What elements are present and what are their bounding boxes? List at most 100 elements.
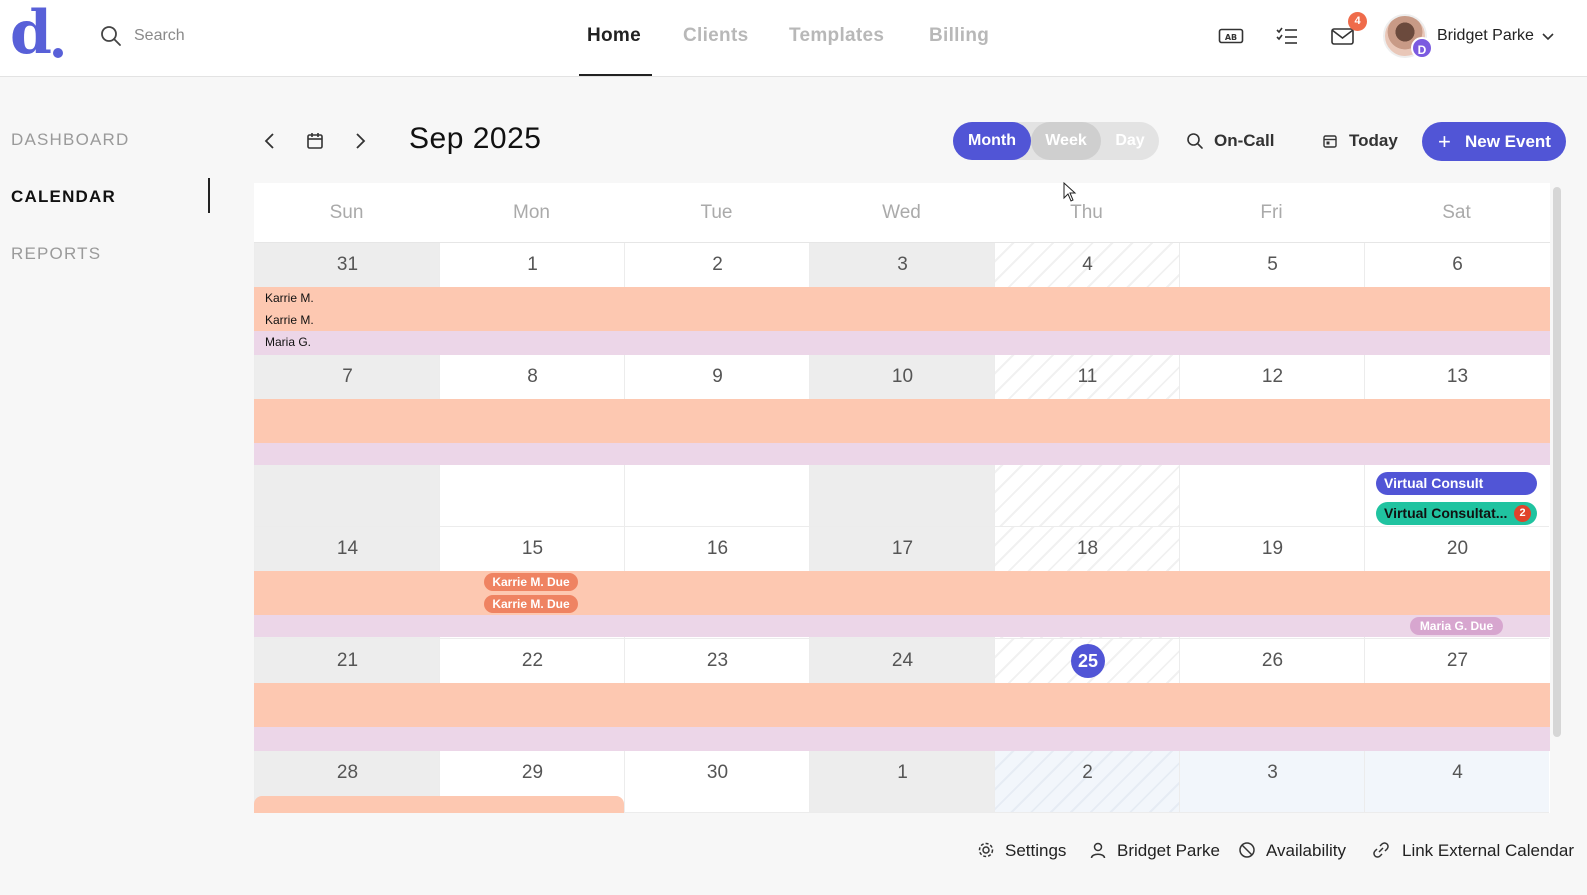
event-band[interactable] <box>254 571 1550 615</box>
day-number: 2 <box>1082 762 1093 783</box>
day-number: 21 <box>336 650 359 671</box>
search-icon[interactable] <box>100 25 122 47</box>
mouse-cursor-icon <box>1063 182 1077 202</box>
day-number: 11 <box>1077 366 1098 387</box>
day-number: 7 <box>342 366 353 387</box>
month-title: Sep 2025 <box>409 122 542 155</box>
day-number: 30 <box>706 762 729 783</box>
day-number: 10 <box>891 366 914 387</box>
weekday-header: Fri <box>1260 202 1283 223</box>
due-pill[interactable]: Maria G. Due <box>1410 617 1503 635</box>
today-button[interactable]: Today <box>1349 131 1398 151</box>
weekday-header: Mon <box>513 202 550 223</box>
event-virtual-consultation[interactable]: Virtual Consultat... 2 <box>1376 502 1537 525</box>
day-number: 14 <box>336 538 359 559</box>
sidebar-active-indicator <box>208 178 210 213</box>
prev-month-button[interactable] <box>257 128 283 154</box>
day-number: 13 <box>1446 366 1469 387</box>
day-cell[interactable]: 1 <box>809 751 994 813</box>
top-header: d Search Home Clients Templates Billing … <box>0 0 1587 77</box>
weekday-header: Tue <box>700 202 733 223</box>
band-label: Karrie M. <box>265 291 314 305</box>
weekday-header: Sat <box>1442 202 1471 223</box>
day-number: 4 <box>1082 254 1093 275</box>
day-cell[interactable]: 3 <box>1179 751 1364 813</box>
calendar-week: 7 8 9 10 11 12 13 Virtual Consult Virtua… <box>254 355 1550 527</box>
event-band[interactable] <box>254 443 1550 465</box>
user-icon[interactable] <box>1089 841 1107 859</box>
search-icon[interactable] <box>1186 132 1204 150</box>
tab-home[interactable]: Home <box>587 25 641 47</box>
day-number: 28 <box>336 762 359 783</box>
view-month-button[interactable]: Month <box>953 122 1031 160</box>
day-number: 12 <box>1261 366 1284 387</box>
day-number: 4 <box>1452 762 1463 783</box>
profile-link[interactable]: Bridget Parke <box>1117 841 1220 861</box>
tab-templates[interactable]: Templates <box>789 25 884 47</box>
availability-link[interactable]: Availability <box>1266 841 1346 861</box>
event-band[interactable]: Karrie M. Karrie M. <box>254 287 1550 331</box>
block-icon[interactable] <box>1238 841 1256 859</box>
checklist-icon[interactable] <box>1274 25 1300 47</box>
logo-dot-icon <box>53 48 63 58</box>
view-day-button[interactable]: Day <box>1101 122 1159 160</box>
next-month-button[interactable] <box>347 128 373 154</box>
view-week-button[interactable]: Week <box>1031 122 1101 160</box>
day-number: 6 <box>1452 254 1463 275</box>
sidebar-item-dashboard[interactable]: DASHBOARD <box>11 130 130 150</box>
user-name[interactable]: Bridget Parke <box>1437 27 1534 45</box>
active-tab-underline <box>579 74 652 76</box>
sidebar-item-calendar[interactable]: CALENDAR <box>11 187 116 207</box>
day-number: 3 <box>897 254 908 275</box>
tab-clients[interactable]: Clients <box>683 25 748 47</box>
day-number: 2 <box>712 254 723 275</box>
due-pill[interactable]: Karrie M. Due <box>484 595 578 613</box>
band-label: Karrie M. <box>265 313 314 327</box>
day-number: 16 <box>706 538 729 559</box>
link-icon[interactable] <box>1372 841 1390 859</box>
calendar-picker-icon[interactable] <box>302 128 328 154</box>
calendar-week: 31 1 2 3 4 5 6 Karrie M. Karrie M. Maria… <box>254 243 1550 355</box>
tab-billing[interactable]: Billing <box>929 25 989 47</box>
search-input[interactable]: Search <box>134 27 185 45</box>
day-cell[interactable]: 30 <box>624 751 809 813</box>
day-number: 19 <box>1261 538 1284 559</box>
event-band[interactable]: Maria G. <box>254 331 1550 355</box>
weekday-header: Thu <box>1070 202 1103 223</box>
event-band[interactable] <box>254 399 1550 443</box>
event-band[interactable] <box>254 683 1550 727</box>
day-number: 8 <box>527 366 538 387</box>
calendar-scrollbar[interactable] <box>1553 187 1561 737</box>
settings-link[interactable]: Settings <box>1005 841 1066 861</box>
today-marker[interactable]: 25 <box>1071 644 1105 678</box>
event-virtual-consult[interactable]: Virtual Consult <box>1376 472 1537 495</box>
event-band[interactable] <box>254 727 1550 751</box>
app-logo[interactable]: d <box>10 3 52 63</box>
chevron-down-icon[interactable] <box>1541 30 1555 44</box>
ab-test-icon[interactable]: AB <box>1218 25 1244 47</box>
day-cell[interactable]: 4 <box>1364 751 1549 813</box>
day-number: 15 <box>521 538 544 559</box>
calendar-icon[interactable] <box>1322 133 1338 149</box>
day-number: 26 <box>1261 650 1284 671</box>
weekday-header: Wed <box>882 202 921 223</box>
day-number: 22 <box>521 650 544 671</box>
link-external-calendar[interactable]: Link External Calendar <box>1402 841 1574 861</box>
event-band[interactable] <box>254 796 624 813</box>
plus-icon: + <box>1438 129 1451 154</box>
sidebar-item-reports[interactable]: REPORTS <box>11 244 101 264</box>
calendar-week: 14 15 16 17 18 19 20 Karrie M. Due Karri… <box>254 527 1550 639</box>
day-number: 18 <box>1076 538 1099 559</box>
calendar-week: 21 22 23 24 25 26 27 <box>254 639 1550 751</box>
on-call-button[interactable]: On-Call <box>1214 131 1274 151</box>
event-band[interactable] <box>254 615 1550 637</box>
gear-icon[interactable] <box>977 841 995 859</box>
view-switch: Month Week Day <box>953 122 1159 160</box>
new-event-button[interactable]: + New Event <box>1422 122 1566 161</box>
due-pill[interactable]: Karrie M. Due <box>484 573 578 591</box>
weekday-header: Sun <box>329 202 364 223</box>
day-number: 1 <box>897 762 908 783</box>
calendar-week: 28 29 30 1 2 3 4 <box>254 751 1550 813</box>
day-cell[interactable]: 2 <box>994 751 1179 813</box>
band-label: Maria G. <box>265 335 312 349</box>
